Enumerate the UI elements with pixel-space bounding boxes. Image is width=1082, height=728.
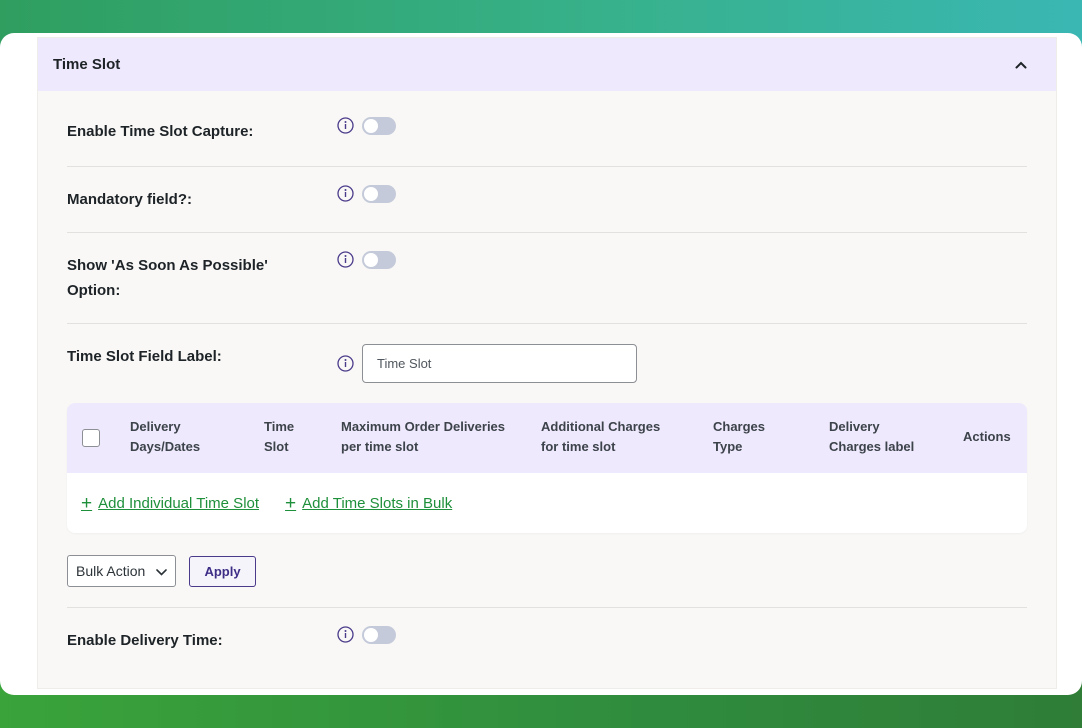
panel-title: Time Slot: [53, 56, 121, 73]
col-charges-label-line1: Delivery: [829, 419, 880, 434]
col-additional-charges-line2: for time slot: [541, 439, 616, 454]
col-charges-label: Delivery Charges label: [829, 417, 914, 457]
bulk-action-row: Bulk Action Apply: [67, 533, 1027, 608]
enable-capture-label: Enable Time Slot Capture:: [67, 123, 254, 140]
asap-label: Show 'As Soon As Possible' Option:: [67, 253, 337, 323]
col-time-slot: Time Slot: [264, 417, 294, 457]
col-actions: Actions: [963, 429, 1011, 444]
add-individual-label: Add Individual Time Slot: [98, 494, 260, 512]
info-icon[interactable]: [337, 185, 354, 202]
col-charges-type: Charges Type: [713, 417, 765, 457]
apply-button[interactable]: Apply: [189, 555, 256, 587]
add-time-slots-bulk-link[interactable]: + Add Time Slots in Bulk: [285, 494, 452, 513]
bulk-action-select[interactable]: Bulk Action: [67, 555, 176, 587]
col-max-deliveries-line1: Maximum Order Deliveries: [341, 419, 506, 434]
col-time-slot-line1: Time: [264, 419, 295, 434]
time-slot-panel: Time Slot Enable Time Slot Capture: Mand…: [37, 37, 1057, 689]
asap-controls: [337, 251, 396, 323]
col-max-deliveries-line2: per time slot: [341, 439, 419, 454]
asap-label-line2: Option:: [67, 282, 121, 299]
panel-body: Enable Time Slot Capture: Mandatory fiel…: [38, 91, 1056, 674]
field-label-input[interactable]: [362, 344, 637, 383]
panel-header[interactable]: Time Slot: [38, 38, 1056, 91]
col-charges-label-line2: Charges label: [829, 439, 915, 454]
enable-delivery-time-label: Enable Delivery Time:: [67, 632, 223, 649]
plus-icon: +: [285, 492, 297, 514]
setting-row-enable-capture: Enable Time Slot Capture:: [67, 91, 1027, 167]
enable-delivery-time-toggle[interactable]: [362, 626, 396, 644]
col-charges-type-line2: Type: [713, 439, 743, 454]
table-actions-row: + Add Individual Time Slot + Add Time Sl…: [67, 473, 1027, 533]
field-label-section: Time Slot Field Label: Delivery Days/Dat: [67, 324, 1027, 608]
setting-row-enable-delivery-time: Enable Delivery Time:: [67, 608, 1027, 674]
col-charges-type-line1: Charges: [713, 419, 766, 434]
info-icon[interactable]: [337, 355, 354, 372]
enable-capture-toggle[interactable]: [362, 117, 396, 135]
add-bulk-label: Add Time Slots in Bulk: [302, 494, 453, 512]
col-delivery-days-line2: Days/Dates: [130, 439, 201, 454]
col-max-deliveries: Maximum Order Deliveries per time slot: [341, 417, 505, 457]
mandatory-label: Mandatory field?:: [67, 191, 193, 208]
info-icon[interactable]: [337, 626, 354, 643]
setting-row-field-label: Time Slot Field Label:: [67, 344, 1027, 383]
settings-window: Time Slot Enable Time Slot Capture: Mand…: [0, 33, 1082, 695]
field-label-controls: [337, 344, 637, 383]
enable-capture-controls: [337, 117, 396, 166]
select-all-checkbox[interactable]: [82, 429, 100, 447]
enable-delivery-time-controls: [337, 626, 396, 674]
mandatory-controls: [337, 185, 396, 232]
setting-row-mandatory: Mandatory field?:: [67, 167, 1027, 233]
setting-row-asap: Show 'As Soon As Possible' Option:: [67, 233, 1027, 324]
col-additional-charges-line1: Additional Charges: [541, 419, 661, 434]
asap-label-line1: Show 'As Soon As Possible': [67, 257, 268, 274]
mandatory-toggle[interactable]: [362, 185, 396, 203]
time-slot-table: Delivery Days/Dates Time Slot Maximum Or…: [67, 403, 1027, 533]
col-delivery-days: Delivery Days/Dates: [130, 417, 200, 457]
bulk-action-value: Bulk Action: [76, 563, 146, 579]
col-delivery-days-line1: Delivery: [130, 419, 181, 434]
chevron-down-icon: [156, 563, 167, 579]
table-header: Delivery Days/Dates Time Slot Maximum Or…: [67, 403, 1027, 473]
asap-toggle[interactable]: [362, 251, 396, 269]
plus-icon: +: [81, 492, 93, 514]
info-icon[interactable]: [337, 251, 354, 268]
add-individual-time-slot-link[interactable]: + Add Individual Time Slot: [81, 494, 259, 513]
info-icon[interactable]: [337, 117, 354, 134]
col-additional-charges: Additional Charges for time slot: [541, 417, 660, 457]
chevron-up-icon[interactable]: [1014, 58, 1028, 72]
field-label-label: Time Slot Field Label:: [67, 348, 222, 365]
col-time-slot-line2: Slot: [264, 439, 289, 454]
